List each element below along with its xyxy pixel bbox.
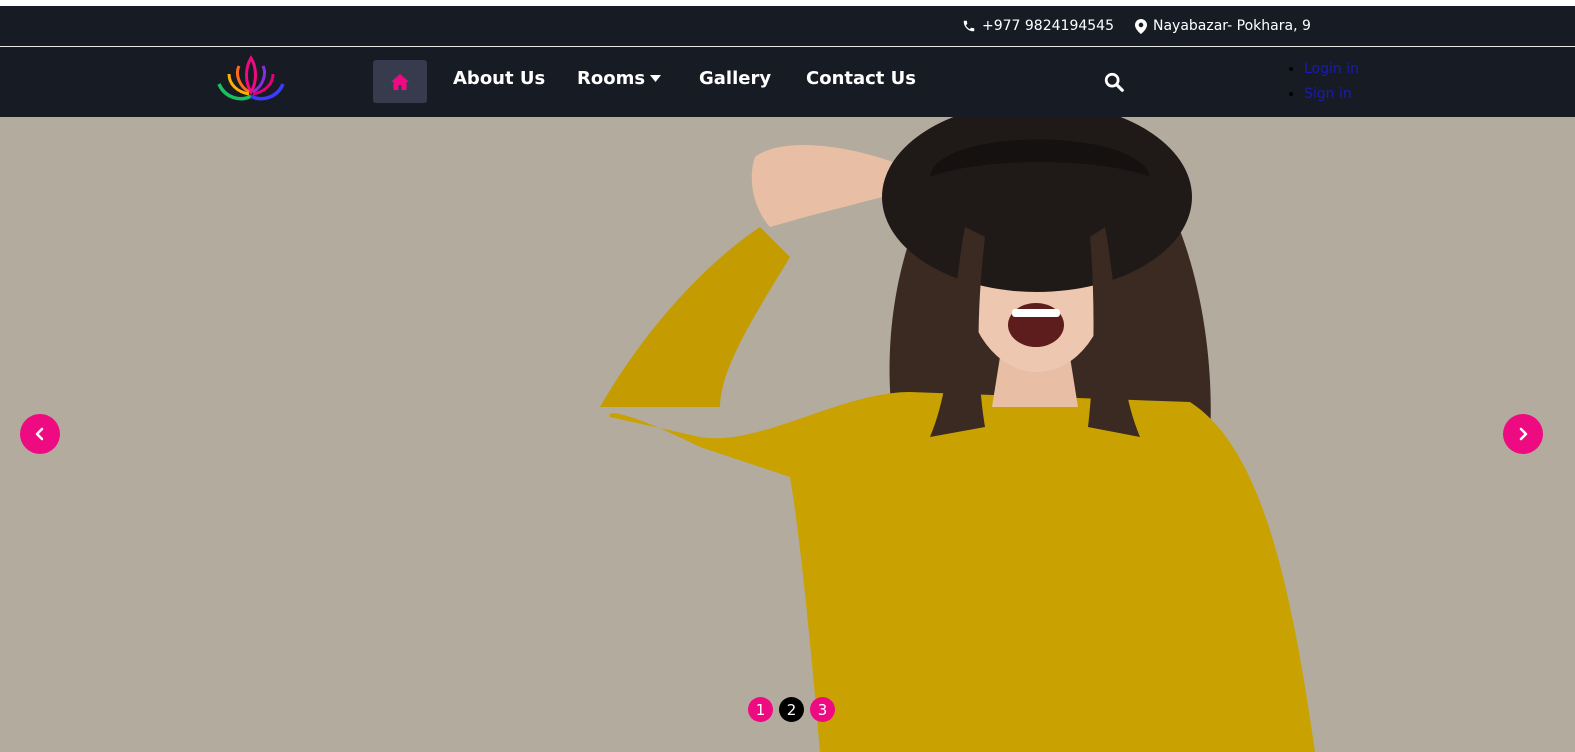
address-contact: Nayabazar- Pokhara, 9 [1135,6,1311,46]
phone-contact[interactable]: +977 9824194545 [962,6,1114,46]
chevron-left-icon [35,427,44,441]
caret-down-icon [650,75,662,82]
slider-prev-button[interactable] [20,414,60,454]
nav-rooms-label: Rooms [577,68,646,89]
map-pin-icon [1135,18,1147,34]
phone-number: +977 9824194545 [982,18,1114,34]
slider-next-button[interactable] [1503,414,1543,454]
phone-icon [963,20,975,32]
nav-home-button[interactable] [373,60,427,103]
auth-item-signin: Sign in [1304,82,1359,107]
nav-contact-us[interactable]: Contact Us [806,68,916,89]
top-info-bar: +977 9824194545 Nayabazar- Pokhara, 9 [0,6,1575,46]
auth-links: Login in Sign in [1300,57,1359,107]
login-link[interactable]: Login in [1304,61,1359,77]
home-icon [391,73,409,90]
slider-dot-2[interactable]: 2 [779,697,804,722]
search-icon[interactable] [1103,71,1125,93]
lotus-logo[interactable] [215,54,287,106]
sign-in-link[interactable]: Sign in [1304,86,1352,102]
hero-slider: 1 2 3 [0,117,1575,752]
nav-about-us[interactable]: About Us [453,68,545,89]
main-navbar: About Us Rooms Gallery Contact Us Login … [0,47,1575,117]
slider-dot-3[interactable]: 3 [810,697,835,722]
nav-rooms[interactable]: Rooms [577,68,662,89]
page: +977 9824194545 Nayabazar- Pokhara, 9 Ab… [0,0,1575,752]
address-text: Nayabazar- Pokhara, 9 [1153,18,1311,34]
slider-pagination: 1 2 3 [748,697,835,722]
auth-item-login: Login in [1304,57,1359,82]
slider-dot-1[interactable]: 1 [748,697,773,722]
hero-photo [600,117,1315,752]
chevron-right-icon [1519,427,1528,441]
nav-gallery[interactable]: Gallery [699,68,771,89]
